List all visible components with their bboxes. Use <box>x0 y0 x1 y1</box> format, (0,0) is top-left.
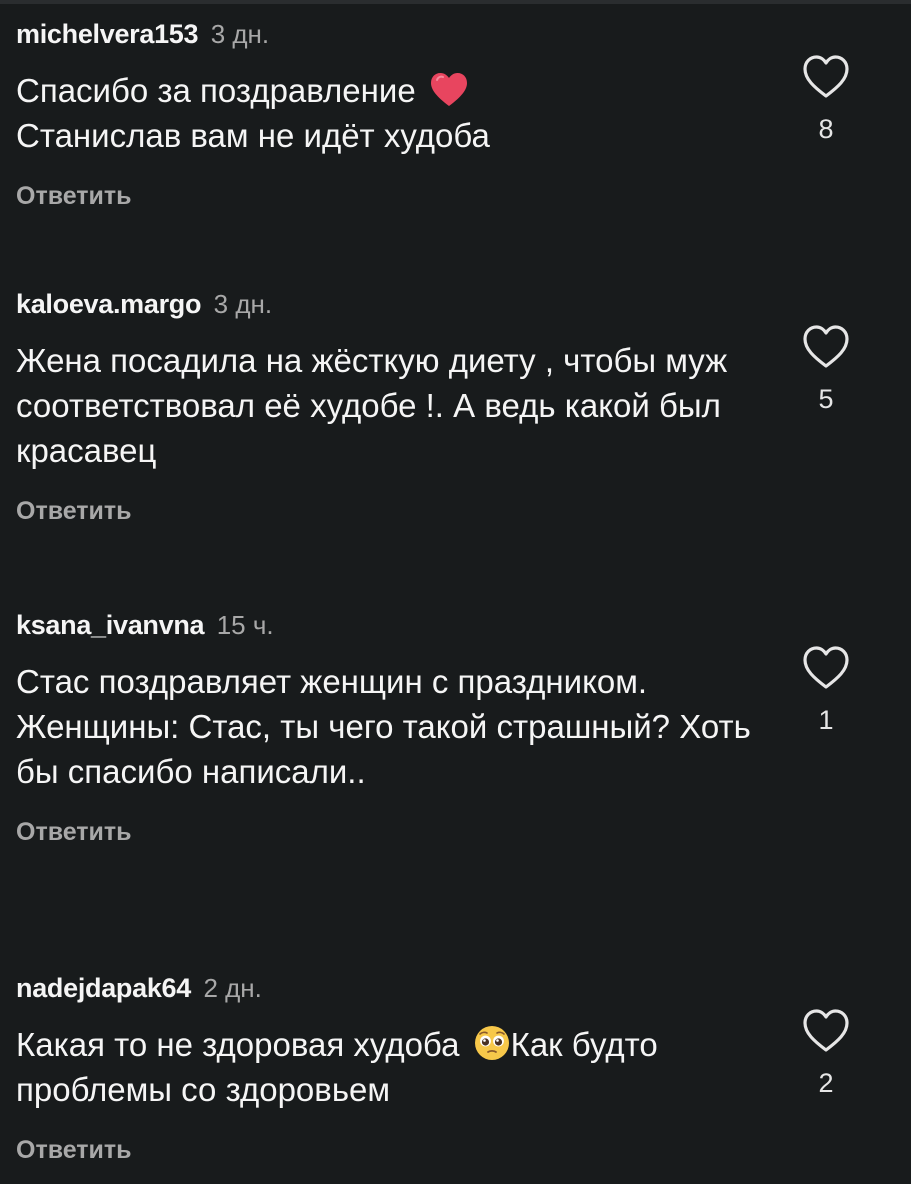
like-count: 8 <box>818 114 834 144</box>
comment-meta: michelvera153 3 дн. <box>16 14 896 54</box>
comment-username[interactable]: ksana_ivanvna <box>16 610 205 640</box>
like-control: 5 <box>796 324 856 415</box>
comment-text: Стас поздравляет женщин с праздником. Же… <box>16 663 751 790</box>
heart-outline-icon[interactable] <box>801 645 851 691</box>
comment-item: ksana_ivanvna 15 ч. Стас поздравляет жен… <box>16 605 896 847</box>
comment-time: 3 дн. <box>210 19 270 49</box>
comment-time: 3 дн. <box>213 289 273 319</box>
comment-text: Какая то не здоровая худоба Как будто пр… <box>16 1022 716 1112</box>
reply-button[interactable]: Ответить <box>16 818 896 847</box>
comment-username[interactable]: kaloeva.margo <box>16 289 202 319</box>
like-count: 1 <box>818 705 834 735</box>
like-control: 2 <box>796 1008 856 1099</box>
comment-text: Спасибо за поздравление Станислав вам не… <box>16 68 776 158</box>
like-count: 2 <box>818 1068 834 1098</box>
like-control: 8 <box>796 54 856 145</box>
comment-meta: kaloeva.margo 3 дн. <box>16 284 896 324</box>
heart-outline-icon[interactable] <box>801 324 851 370</box>
pleading-face-emoji-icon <box>474 1026 509 1060</box>
like-count: 5 <box>818 384 834 414</box>
heart-outline-icon[interactable] <box>801 54 851 100</box>
comment-text-line: Спасибо за поздравление <box>16 72 416 109</box>
comment-text-part: Какая то не здоровая худоба <box>16 1026 460 1063</box>
comment-time: 2 дн. <box>203 973 262 1003</box>
comment-item: nadejdapak64 2 дн. Какая то не здоровая … <box>16 968 896 1165</box>
comment-meta: nadejdapak64 2 дн. <box>16 968 896 1008</box>
comment-meta: ksana_ivanvna 15 ч. <box>16 605 896 645</box>
heart-emoji-icon <box>430 73 467 106</box>
like-control: 1 <box>796 645 856 736</box>
comment-item: michelvera153 3 дн. Спасибо за поздравле… <box>16 14 896 211</box>
comment-username[interactable]: michelvera153 <box>16 19 199 49</box>
comment-username[interactable]: nadejdapak64 <box>16 973 191 1003</box>
comment-item: kaloeva.margo 3 дн. Жена посадила на жёс… <box>16 284 896 526</box>
comment-text: Жена посадила на жёсткую диету , чтобы м… <box>16 342 728 469</box>
reply-button[interactable]: Ответить <box>16 497 896 526</box>
reply-button[interactable]: Ответить <box>16 182 896 211</box>
reply-button[interactable]: Ответить <box>16 1136 896 1165</box>
comment-time: 15 ч. <box>216 610 274 640</box>
comments-list: michelvera153 3 дн. Спасибо за поздравле… <box>0 0 911 1184</box>
comment-text-line: Станислав вам не идёт худоба <box>16 117 490 154</box>
heart-outline-icon[interactable] <box>801 1008 851 1054</box>
